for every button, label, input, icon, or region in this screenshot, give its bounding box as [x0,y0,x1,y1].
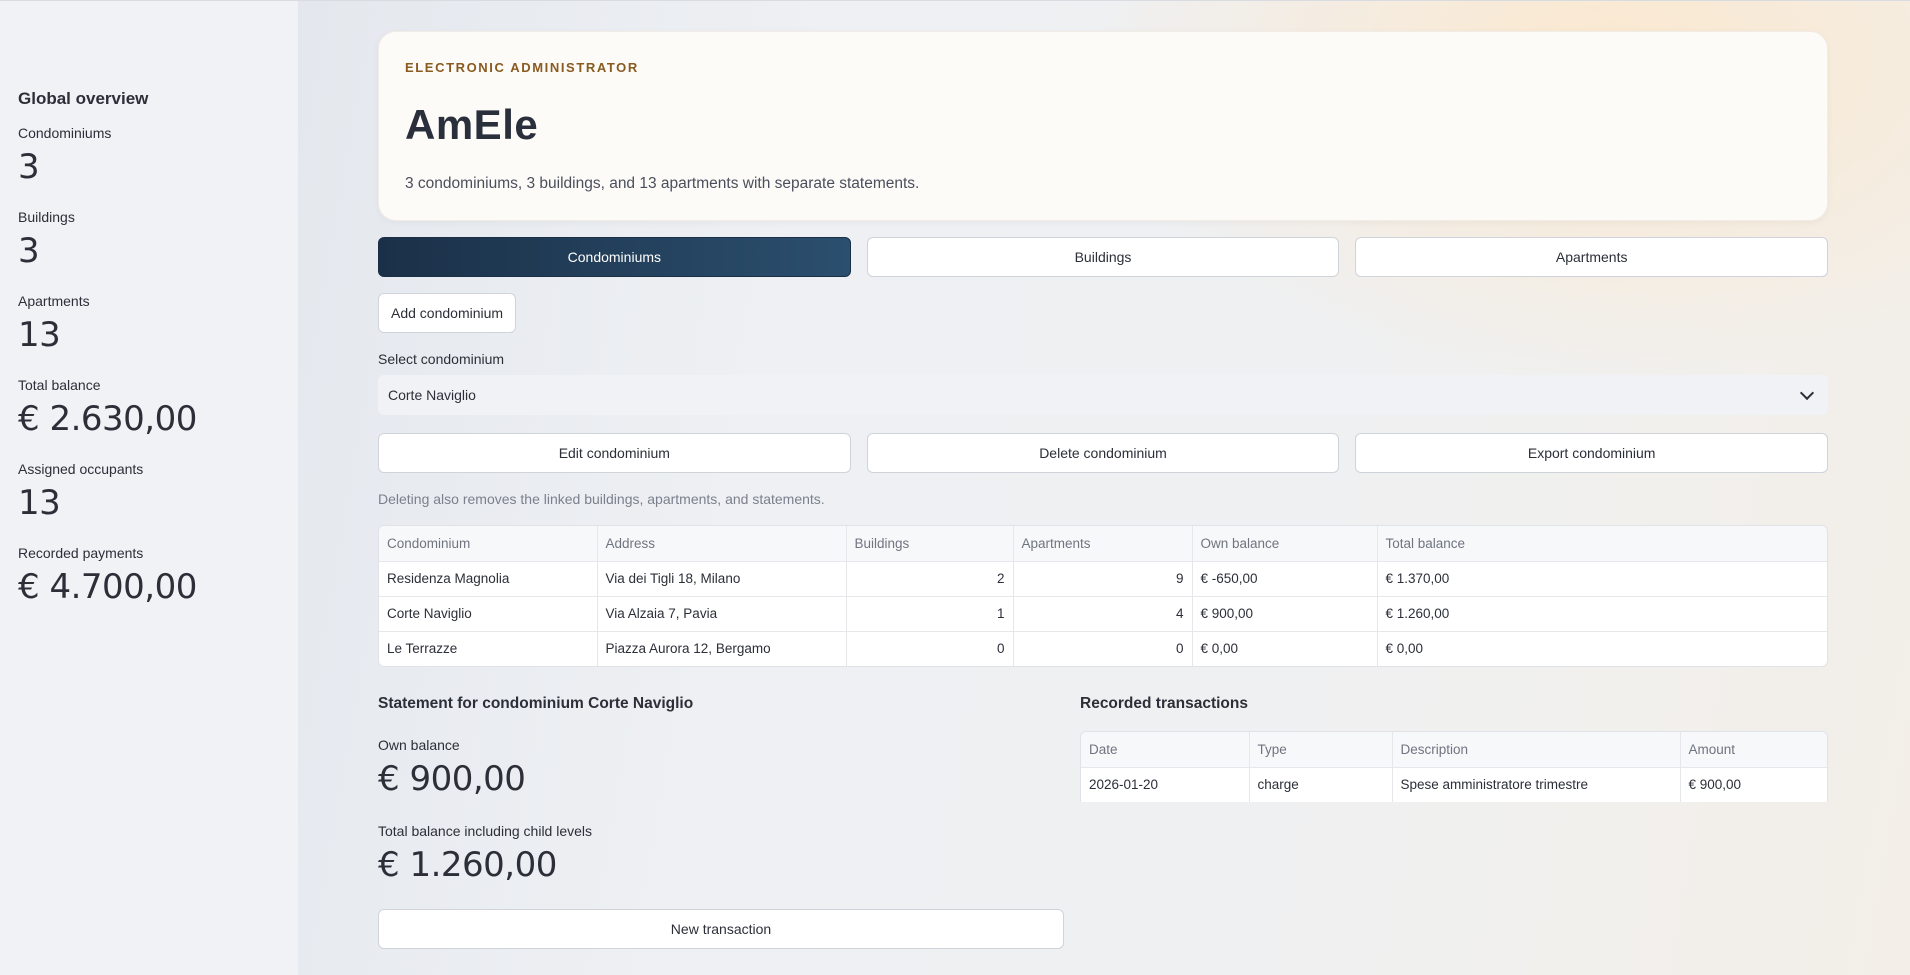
metric-apartments: Apartments 13 [18,293,280,355]
cell-description: Spese amministratore trimestre [1392,767,1681,802]
cell-buildings: 2 [846,561,1014,597]
metric-recorded-payments: Recorded payments € 4.700,00 [18,545,280,607]
cell-date: 2026-01-20 [1081,767,1250,802]
column-header[interactable]: Type [1249,732,1393,768]
new-transaction-button[interactable]: New transaction [378,909,1064,949]
cell-address: Piazza Aurora 12, Bergamo [597,631,847,666]
sidebar-title: Global overview [18,89,149,108]
cell-amount: € 900,00 [1688,777,1742,793]
condominium-table[interactable]: Condominium Address Buildings Apartments… [378,525,1828,667]
tab-condominiums[interactable]: Condominiums [378,237,851,277]
statement-panel: Statement for condominium Corte Naviglio… [378,695,1064,949]
own-balance-value: € 900,00 [378,759,526,799]
table-row[interactable]: Le Terrazze Piazza Aurora 12, Bergamo 0 … [379,631,1827,666]
metric-label: Buildings [18,209,75,225]
metric-value: 3 [18,231,40,271]
metric-value: € 2.630,00 [18,399,197,439]
tab-buildings[interactable]: Buildings [866,237,1340,277]
own-balance-label: Own balance [378,737,460,753]
cell-apartments: 9 [1013,561,1193,597]
cell-own-balance: € -650,00 [1192,561,1378,597]
column-header[interactable]: Buildings [846,526,1014,562]
metric-label: Apartments [18,293,90,309]
metric-condominiums: Condominiums 3 [18,125,280,187]
cell-total-balance: € 1.260,00 [1377,596,1827,632]
cell-own-balance: € 900,00 [1192,596,1378,632]
column-header[interactable]: Total balance [1377,526,1827,562]
table-header-row: Condominium Address Buildings Apartments… [379,526,1827,562]
edit-condominium-button[interactable]: Edit condominium [378,433,851,473]
cell-total-balance: € 0,00 [1385,641,1424,657]
metric-value: 13 [18,315,61,355]
column-header[interactable]: Amount [1680,732,1827,768]
total-balance-value: € 1.260,00 [378,845,557,885]
cell-address: Via dei Tigli 18, Milano [597,561,847,597]
column-header[interactable]: Condominium [379,526,598,562]
metric-assigned-occupants: Assigned occupants 13 [18,461,280,523]
transactions-title: Recorded transactions [1080,695,1248,712]
condominium-actions: Edit condominium Delete condominium Expo… [378,433,1829,473]
select-condominium[interactable]: Corte Naviglio [378,375,1828,415]
metric-buildings: Buildings 3 [18,209,280,271]
tab-apartments[interactable]: Apartments [1355,237,1829,277]
transactions-table[interactable]: Date Type Description Amount 2026-01-20 … [1080,731,1828,802]
main-area: ELECTRONIC ADMINISTRATOR AmEle 3 condomi… [298,0,1910,975]
chevron-down-icon [1799,385,1815,400]
cell-condominium: Residenza Magnolia [379,561,598,597]
cell-apartments: 4 [1013,596,1193,632]
cell-condominium: Le Terrazze [379,631,598,666]
transactions-panel: Recorded transactions Date Type Descript… [1080,695,1828,949]
hero-subtitle: 3 condominiums, 3 buildings, and 13 apar… [405,175,920,192]
export-condominium-button[interactable]: Export condominium [1355,433,1829,473]
main-content: ELECTRONIC ADMINISTRATOR AmEle 3 condomi… [378,31,1829,949]
total-balance-label: Total balance including child levels [378,823,593,839]
app-title: AmEle [405,101,539,148]
metric-total-balance: Total balance € 2.630,00 [18,377,280,439]
select-condominium-label: Select condominium [378,351,505,367]
table-row[interactable]: Corte Naviglio Via Alzaia 7, Pavia 1 4 €… [379,596,1827,632]
cell-condominium: Corte Naviglio [379,596,598,632]
select-value: Corte Naviglio [388,387,476,403]
table-header-row: Date Type Description Amount [1081,732,1827,768]
metric-label: Recorded payments [18,545,144,561]
column-header[interactable]: Date [1081,732,1250,768]
metric-value: 3 [18,147,40,187]
cell-buildings: 0 [846,631,1014,666]
cell-own-balance: € 0,00 [1192,631,1378,666]
delete-condominium-button[interactable]: Delete condominium [866,433,1340,473]
cell-buildings: 1 [846,596,1014,632]
column-header[interactable]: Description [1392,732,1681,768]
cell-type: charge [1249,767,1393,802]
sidebar: Global overview Condominiums 3 Buildings… [0,0,298,975]
metric-label: Assigned occupants [18,461,144,477]
tab-bar: Condominiums Buildings Apartments [378,237,1829,277]
column-header[interactable]: Address [597,526,847,562]
hero-card: ELECTRONIC ADMINISTRATOR AmEle 3 condomi… [378,31,1828,221]
column-header[interactable]: Own balance [1192,526,1378,562]
add-condominium-button[interactable]: Add condominium [378,293,517,333]
cell-total-balance: € 1.370,00 [1377,561,1827,597]
detail-section: Statement for condominium Corte Naviglio… [378,695,1828,949]
cell-apartments: 0 [1013,631,1193,666]
metric-label: Total balance [18,377,101,393]
metric-value: 13 [18,483,61,523]
statement-title: Statement for condominium Corte Naviglio [378,695,694,712]
hero-kicker: ELECTRONIC ADMINISTRATOR [405,60,639,75]
metric-value: € 4.700,00 [18,567,197,607]
delete-note: Deleting also removes the linked buildin… [378,491,825,507]
metric-label: Condominiums [18,125,112,141]
column-header[interactable]: Apartments [1013,526,1193,562]
table-row[interactable]: Residenza Magnolia Via dei Tigli 18, Mil… [379,561,1827,597]
cell-address: Via Alzaia 7, Pavia [597,596,847,632]
table-row[interactable]: 2026-01-20 charge Spese amministratore t… [1081,767,1827,802]
